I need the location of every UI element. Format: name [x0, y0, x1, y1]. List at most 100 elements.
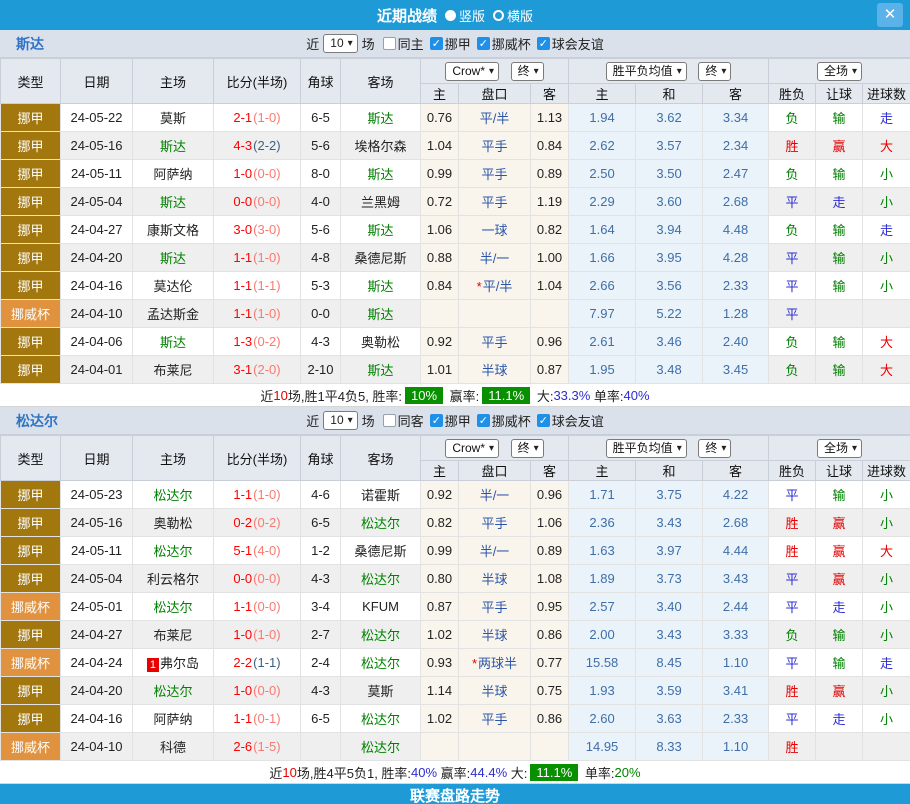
cup-label: 挪威杯 — [492, 34, 531, 53]
col-away: 客场 — [341, 436, 421, 481]
date-cell: 24-05-04 — [61, 188, 133, 216]
odds-company-select[interactable]: Crow* — [445, 62, 499, 81]
cup-checkbox[interactable] — [477, 414, 490, 427]
handicap-star: * — [472, 656, 477, 671]
league-checkbox[interactable] — [430, 414, 443, 427]
goals-result-cell: 小 — [863, 677, 910, 705]
date-cell: 24-05-01 — [61, 593, 133, 621]
league-trend-section-header: 联赛盘路走势 — [0, 784, 910, 804]
handicap-result-cell: 赢 — [816, 677, 863, 705]
odds-time-select[interactable]: 终 — [511, 439, 544, 458]
date-cell: 24-04-20 — [61, 244, 133, 272]
match-result-cell: 平 — [769, 649, 816, 677]
league-trend-label: 联赛盘路走势 — [410, 788, 500, 804]
avg-home-odds-cell: 1.71 — [569, 481, 636, 509]
goals-result-cell: 小 — [863, 160, 910, 188]
score-cell: 1-1(0-1) — [214, 705, 301, 733]
recent-count-select[interactable]: 10 — [323, 411, 357, 430]
fulltime-score: 1-1 — [233, 711, 252, 726]
col-home: 主场 — [133, 59, 214, 104]
avg-home-odds-cell: 1.94 — [569, 104, 636, 132]
summary-part: 单率: — [590, 386, 623, 405]
odds-company-select[interactable]: Crow* — [445, 439, 499, 458]
avg-home-odds-cell: 2.29 — [569, 188, 636, 216]
avg-time-select[interactable]: 终 — [698, 439, 731, 458]
avg-odds-select[interactable]: 胜平负均值 — [606, 62, 687, 81]
friendly-checkbox[interactable] — [537, 414, 550, 427]
away-odds-cell: 0.77 — [531, 649, 569, 677]
avg-home-odds-cell: 2.00 — [569, 621, 636, 649]
avg-home-odds-cell: 2.66 — [569, 272, 636, 300]
radio-vertical-layout[interactable]: 竖版 — [445, 6, 485, 25]
summary-part: 近 — [269, 763, 282, 782]
same-venue-label: 同客 — [398, 411, 424, 430]
match-row: 挪甲24-04-20斯达1-1(1-0)4-8桑德尼斯0.88半/一1.001.… — [1, 244, 910, 272]
league-type-cell: 挪甲 — [1, 104, 61, 132]
sub-col-label: 让球 — [816, 84, 863, 104]
record-summary: 近10场,胜1平4负5, 胜率:10% 赢率:11.1% 大:33.3% 单率:… — [0, 384, 910, 407]
sub-col-label: 客 — [531, 461, 569, 481]
league-type-cell: 挪甲 — [1, 328, 61, 356]
avg-odds-select[interactable]: 胜平负均值 — [606, 439, 687, 458]
match-row: 挪甲24-05-04斯达0-0(0-0)4-0兰黑姆0.72平手1.192.29… — [1, 188, 910, 216]
score-cell: 0-0(0-0) — [214, 188, 301, 216]
handicap-cell: 平手 — [459, 188, 531, 216]
away-odds-cell: 1.19 — [531, 188, 569, 216]
league-type-cell: 挪甲 — [1, 272, 61, 300]
fulltime-score: 2-2 — [233, 655, 252, 670]
fulltime-score: 5-1 — [233, 543, 252, 558]
scope-select[interactable]: 全场 — [817, 439, 862, 458]
avg-away-odds-cell: 2.68 — [703, 509, 769, 537]
home-team-name: 斯达 — [160, 139, 186, 154]
friendly-checkbox[interactable] — [537, 37, 550, 50]
halftime-score: (1-0) — [253, 627, 280, 642]
games-label: 场 — [362, 34, 375, 53]
avg-odds-value: 胜平负均值 — [613, 64, 673, 79]
corner-score-cell — [301, 733, 341, 761]
cup-checkbox[interactable] — [477, 37, 490, 50]
close-button[interactable]: ✕ — [877, 3, 903, 27]
radio-selected-icon — [445, 10, 456, 21]
same-venue-checkbox[interactable] — [383, 37, 396, 50]
home-team-cell: 阿萨纳 — [133, 705, 214, 733]
fulltime-score: 1-0 — [233, 627, 252, 642]
home-team-name: 松达尔 — [153, 488, 192, 503]
home-team-name: 布莱尼 — [153, 363, 192, 378]
summary-part: 11.1% — [482, 387, 530, 404]
result-group-header: 全场 — [769, 436, 910, 461]
corner-score-cell: 4-8 — [301, 244, 341, 272]
match-result-cell: 负 — [769, 160, 816, 188]
handicap-result-cell — [816, 300, 863, 328]
avg-away-odds-cell: 4.28 — [703, 244, 769, 272]
home-odds-cell: 1.02 — [421, 705, 459, 733]
avg-home-odds-cell: 2.50 — [569, 160, 636, 188]
avg-away-odds-cell: 4.48 — [703, 216, 769, 244]
match-row: 挪甲24-05-16斯达4-3(2-2)5-6埃格尔森1.04平手0.842.6… — [1, 132, 910, 160]
summary-part: 单率: — [581, 763, 614, 782]
league-type-cell: 挪甲 — [1, 160, 61, 188]
league-checkbox[interactable] — [430, 37, 443, 50]
date-cell: 24-04-20 — [61, 677, 133, 705]
scope-select[interactable]: 全场 — [817, 62, 862, 81]
close-icon: ✕ — [884, 6, 897, 23]
handicap-result-cell: 输 — [816, 160, 863, 188]
same-venue-checkbox[interactable] — [383, 414, 396, 427]
match-result-cell: 平 — [769, 705, 816, 733]
avg-away-odds-cell: 2.40 — [703, 328, 769, 356]
halftime-score: (4-0) — [253, 543, 280, 558]
col-corner: 角球 — [301, 436, 341, 481]
avg-time-select[interactable]: 终 — [698, 62, 731, 81]
avg-away-odds-cell: 2.68 — [703, 188, 769, 216]
odds-time-select[interactable]: 终 — [511, 62, 544, 81]
handicap-name: 半球 — [481, 628, 507, 643]
home-odds-cell: 1.06 — [421, 216, 459, 244]
avg-home-odds-cell: 2.36 — [569, 509, 636, 537]
goals-result-cell: 小 — [863, 481, 910, 509]
recent-count-select[interactable]: 10 — [323, 34, 357, 53]
score-cell: 3-1(2-0) — [214, 356, 301, 384]
radio-horizontal-layout[interactable]: 横版 — [493, 6, 533, 25]
team-filter-bar: 松达尔 近 10 场 同客 挪甲 挪威杯 球会友谊 — [0, 407, 910, 435]
handicap-result-cell — [816, 733, 863, 761]
corner-score-cell: 1-2 — [301, 537, 341, 565]
goals-result-cell: 走 — [863, 104, 910, 132]
